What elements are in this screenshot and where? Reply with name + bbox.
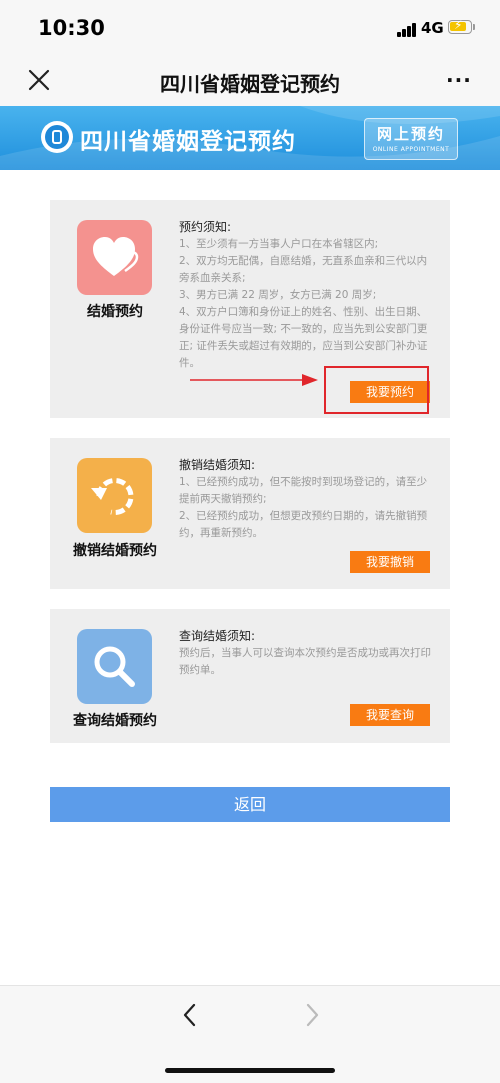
close-icon[interactable] [26,67,52,93]
undo-icon [77,458,152,533]
notice-item: 2、已经预约成功，但想更改预约日期的，请先撤销预约，再重新预约。 [179,510,428,539]
heart-icon [77,220,152,295]
notice-heading: 撤销结婚须知: [179,458,256,472]
nav-bar: 四川省婚姻登记预约 ··· [0,56,500,106]
notice-item: 1、已经预约成功，但不能按时到现场登记的，请至少提前两天撤销预约; [179,476,428,505]
emblem-icon [41,121,73,153]
annotation-highlight [324,366,429,414]
more-icon[interactable]: ··· [446,68,472,92]
cancel-appointment-card: 撤销结婚预约 撤销结婚须知: 1、已经预约成功，但不能按时到现场登记的，请至少提… [50,438,450,589]
banner: 四川省婚姻登记预约 网上预约 ONLINE APPOINTMENT [0,106,500,170]
notice-heading: 查询结婚须知: [179,629,256,643]
notice-heading: 预约须知: [179,220,232,234]
annotation-arrow [190,374,318,386]
back-button[interactable]: 返回 [50,787,450,822]
chevron-left-icon[interactable] [180,1002,200,1028]
card-notice: 查询结婚须知: 预约后，当事人可以查询本次预约是否成功或再次打印预约单。 [179,628,434,679]
notice-item: 预约后，当事人可以查询本次预约是否成功或再次打印预约单。 [179,647,431,676]
card-name: 查询结婚预约 [73,713,157,729]
card-notice: 撤销结婚须知: 1、已经预约成功，但不能按时到现场登记的，请至少提前两天撤销预约… [179,457,434,542]
status-time: 10:30 [38,16,105,40]
battery-icon: ⚡ [448,18,472,34]
chevron-right-icon[interactable] [302,1002,322,1028]
banner-title: 四川省婚姻登记预约 [80,129,296,155]
online-appointment-button[interactable]: 网上预约 ONLINE APPOINTMENT [364,118,458,160]
online-appointment-label: 网上预约 [376,125,445,143]
online-appointment-sublabel: ONLINE APPOINTMENT [372,146,450,153]
notice-item: 2、双方均无配偶，自愿结婚，无直系血亲和三代以内旁系血亲关系; [179,255,428,284]
home-indicator [165,1068,335,1073]
query-appointment-card: 查询结婚预约 查询结婚须知: 预约后，当事人可以查询本次预约是否成功或再次打印预… [50,609,450,743]
notice-item: 3、男方已满 22 周岁，女方已满 20 周岁; [179,289,377,301]
signal-icon [397,23,417,37]
notice-item: 4、双方户口簿和身份证上的姓名、性别、出生日期、身份证件号应当一致; 不一致的，… [179,306,428,369]
card-name: 撤销结婚预约 [73,543,157,559]
battery-tip [473,24,475,30]
status-bar: 10:30 4G ⚡ [0,0,500,56]
browser-toolbar [0,985,500,1083]
search-icon [77,629,152,704]
page-title: 四川省婚姻登记预约 [160,72,340,96]
card-notice: 预约须知: 1、至少须有一方当事人户口在本省辖区内; 2、双方均无配偶，自愿结婚… [179,219,434,372]
query-appointment-button[interactable]: 我要查询 [350,704,430,726]
card-name: 结婚预约 [87,304,143,320]
notice-item: 1、至少须有一方当事人户口在本省辖区内; [179,238,379,250]
network-label: 4G [421,19,444,37]
cancel-appointment-button[interactable]: 我要撤销 [350,551,430,573]
